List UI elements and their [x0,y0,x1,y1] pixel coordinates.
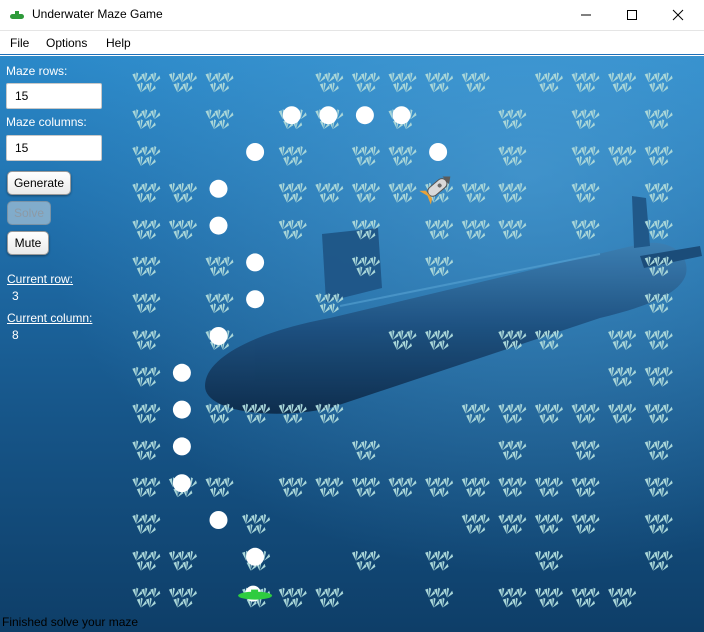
path-dot [209,511,228,529]
close-button[interactable] [655,0,701,30]
mute-button[interactable]: Mute [7,231,49,255]
maze-columns-input[interactable]: 15 [6,135,102,161]
path-dot [209,179,228,198]
maze-canvas [0,56,704,632]
maximize-button[interactable] [609,0,655,30]
current-row-label: Current row: [7,272,74,286]
path-dot [246,143,265,161]
path-dot [246,253,265,272]
path-dot [392,106,411,125]
path-dot [246,547,265,566]
game-area: Maze rows: 15 Maze columns: 15 Generate … [0,56,704,632]
path-dot [355,106,374,125]
maximize-icon [627,10,637,20]
window-title: Underwater Maze Game [32,7,163,21]
menu-options[interactable]: Options [46,36,87,50]
path-dot [172,363,191,382]
path-dot [319,106,338,125]
maze-columns-label: Maze columns: [6,115,87,129]
menu-bar: File Options Help [0,31,704,55]
path-dot [172,437,191,456]
menu-help[interactable]: Help [106,36,131,50]
submarine-app-icon [10,11,24,19]
path-dot [282,106,301,125]
minimize-icon [581,14,591,16]
current-row-value: 3 [12,289,19,303]
menu-file[interactable]: File [10,36,29,50]
status-bar: Finished solve your maze [2,615,139,629]
generate-button[interactable]: Generate [7,171,71,195]
solve-button[interactable]: Solve [7,201,51,225]
current-column-label: Current column: [7,311,93,325]
path-dot [246,290,265,309]
path-dot [209,327,228,345]
minimize-button[interactable] [563,0,609,30]
path-dot [172,474,191,493]
path-dot [172,400,191,419]
maze-rows-label: Maze rows: [6,64,68,78]
current-column-value: 8 [12,328,19,342]
title-bar: Underwater Maze Game [0,0,704,31]
close-icon [672,9,684,21]
path-dot [429,143,448,161]
maze-rows-input[interactable]: 15 [6,83,102,109]
path-dot [209,216,228,235]
